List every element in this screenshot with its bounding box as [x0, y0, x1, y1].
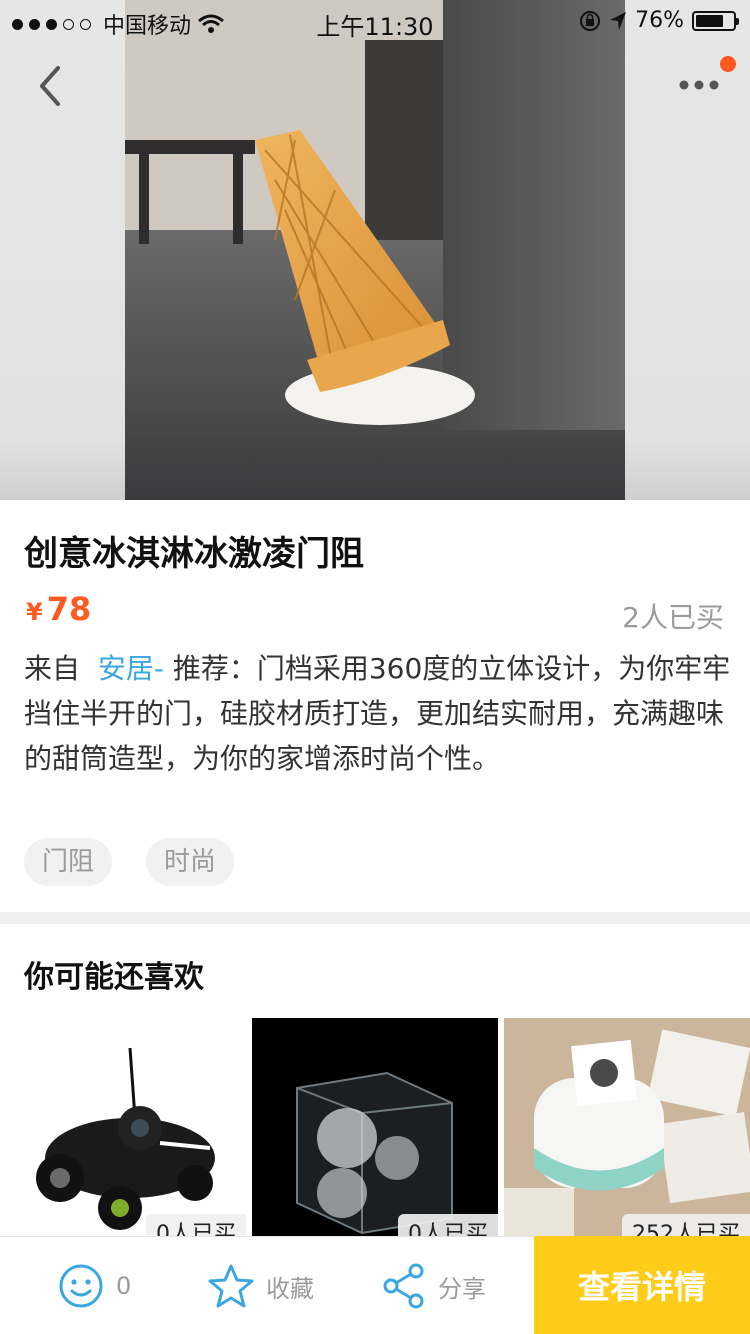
recommend-title: 你可能还喜欢	[24, 960, 204, 995]
recommend-card[interactable]: 252人已买	[504, 1018, 750, 1238]
back-button[interactable]	[28, 60, 76, 112]
notification-badge	[720, 56, 736, 72]
recommend-badge: 0人已买	[398, 1214, 498, 1238]
location-arrow-icon	[610, 11, 627, 30]
star-icon	[208, 1264, 254, 1308]
robot-car-image	[36, 1047, 215, 1230]
like-button[interactable]: 0	[58, 1237, 131, 1334]
price-value: 78	[46, 590, 92, 628]
battery-icon	[692, 10, 739, 31]
recommend-badge: 252人已买	[622, 1214, 750, 1238]
rotation-lock-icon	[580, 10, 601, 31]
chevron-left-icon	[40, 66, 60, 106]
product-image[interactable]	[125, 0, 625, 500]
favorite-label: 收藏	[266, 1274, 314, 1303]
section-divider	[0, 912, 750, 924]
recommend-badge: 0人已买	[146, 1214, 246, 1238]
status-right: 76%	[579, 8, 739, 33]
currency-symbol: ¥	[26, 598, 43, 626]
recommend-card[interactable]: 0人已买	[252, 1018, 498, 1238]
share-icon	[383, 1263, 424, 1309]
favorite-button[interactable]: 收藏	[208, 1237, 314, 1334]
tag-list: 门阻 时尚	[24, 838, 235, 886]
tag-item[interactable]: 门阻	[24, 838, 113, 886]
share-label: 分享	[438, 1274, 486, 1303]
product-price: ¥78	[26, 590, 91, 628]
source-link[interactable]: 安居-	[98, 652, 164, 685]
product-hero	[0, 0, 750, 500]
recommend-card[interactable]: 0人已买	[0, 1018, 246, 1238]
product-title: 创意冰淇淋冰激凌门阻	[24, 534, 364, 574]
source-prefix: 来自	[24, 652, 81, 685]
battery-percent: 76%	[635, 8, 684, 33]
status-bar: 中国移动 上午11:30 76%	[0, 0, 750, 41]
like-count: 0	[116, 1272, 132, 1300]
smiley-icon	[59, 1264, 103, 1308]
more-dots-icon	[679, 80, 719, 90]
sold-count: 2人已买	[622, 601, 724, 634]
mini-printer-image	[504, 1018, 750, 1238]
more-button[interactable]	[672, 60, 728, 110]
tag-item[interactable]: 时尚	[146, 838, 235, 886]
icecream-doorstop-photo	[125, 0, 625, 500]
share-button[interactable]: 分享	[382, 1237, 486, 1334]
product-description: 来自 安居- 推荐：门档采用360度的立体设计，为你牢牢挡住半开的门，硅胶材质打…	[24, 646, 734, 781]
crystal-cube-image	[252, 1018, 498, 1238]
recommend-list: 0人已买 0人已买 252人已买	[0, 1018, 750, 1238]
view-details-button[interactable]: 查看详情	[534, 1236, 750, 1334]
